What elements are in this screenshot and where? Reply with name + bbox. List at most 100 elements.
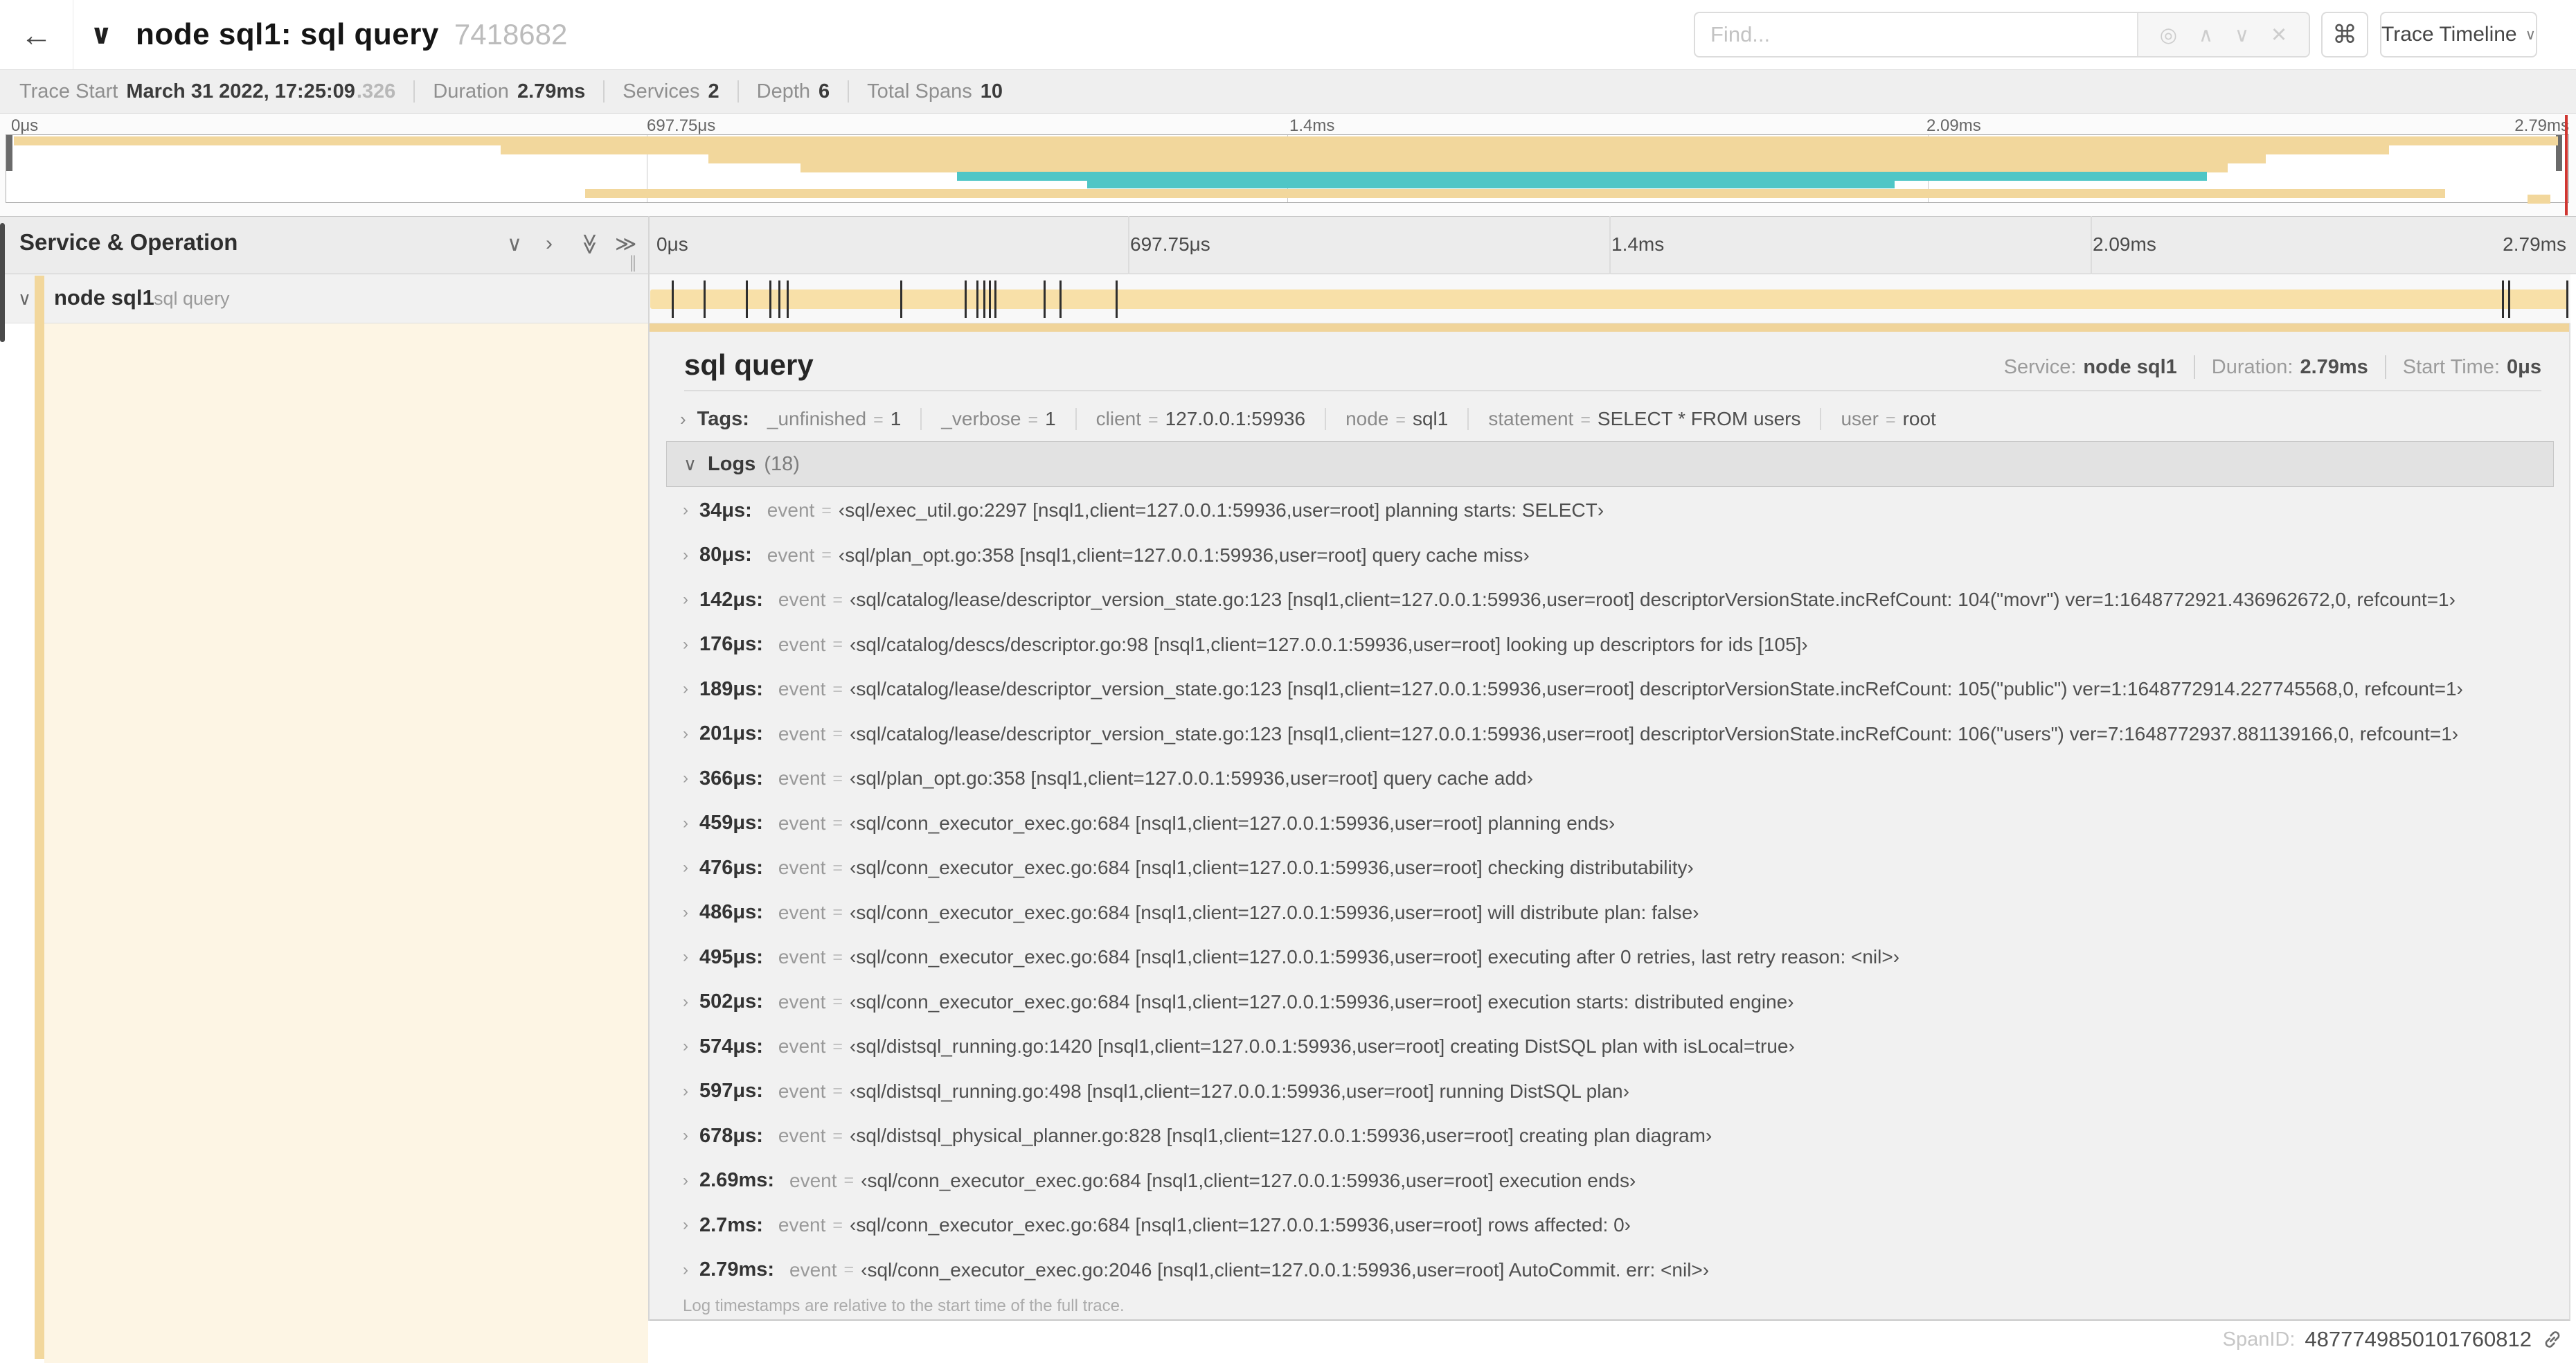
log-timestamp: 176μs: <box>699 633 763 656</box>
log-entry[interactable]: › 678μs: event = ‹sql/distsql_physical_p… <box>650 1114 2569 1159</box>
log-marker-tick <box>778 280 780 318</box>
back-arrow-icon: ← <box>20 17 53 53</box>
range-scrubber-left[interactable] <box>6 135 12 171</box>
chevron-down-icon[interactable]: ∨ <box>18 288 31 310</box>
minimap-span-bar <box>501 145 2389 154</box>
log-timestamp: 142μs: <box>699 588 763 611</box>
divider <box>848 80 850 103</box>
log-field-value: ‹sql/catalog/lease/descriptor_version_st… <box>850 722 2459 745</box>
minimap-span-bar <box>708 154 2266 163</box>
log-entry[interactable]: › 502μs: event = ‹sql/conn_executor_exec… <box>650 980 2569 1025</box>
log-entry[interactable]: › 597μs: event = ‹sql/distsql_running.go… <box>650 1069 2569 1114</box>
find-input[interactable] <box>1695 13 2137 56</box>
collapse-all-icon[interactable]: ≫ <box>578 233 602 255</box>
log-entry[interactable]: › 476μs: event = ‹sql/conn_executor_exec… <box>650 846 2569 891</box>
service-operation-header: Service & Operation ∨ › ≫ ≫ <box>0 217 648 274</box>
minimap-tick: 2.79ms <box>2514 116 2569 135</box>
deep-link-icon[interactable] <box>2541 1328 2564 1351</box>
service-operation-title: Service & Operation <box>19 229 238 255</box>
span-id-row: SpanID: 4877749850101760812 <box>2223 1327 2564 1352</box>
next-result-icon[interactable]: ∨ <box>2235 23 2249 47</box>
view-selector-label: Trace Timeline <box>2381 23 2517 46</box>
span-service-name: node sql1 <box>54 285 154 310</box>
span-row-label[interactable]: ∨ node sql1 sql query <box>0 274 648 323</box>
log-timestamp: 189μs: <box>699 677 763 700</box>
log-marker-tick <box>983 280 985 318</box>
log-marker-tick <box>2566 280 2569 318</box>
timeline-column-header: Service & Operation ∨ › ≫ ≫ ∥ 0μs 697.75… <box>0 216 2576 274</box>
log-entry[interactable]: › 2.7ms: event = ‹sql/conn_executor_exec… <box>650 1203 2569 1248</box>
log-field-value: ‹sql/conn_executor_exec.go:684 [nsql1,cl… <box>861 1169 1636 1191</box>
tags-list: _unfinished = 1 _verbose = 1 client = 12… <box>767 408 1975 430</box>
log-entry[interactable]: › 366μs: event = ‹sql/plan_opt.go:358 [n… <box>650 756 2569 801</box>
log-entry[interactable]: › 486μs: event = ‹sql/conn_executor_exec… <box>650 891 2569 936</box>
log-field-value: ‹sql/plan_opt.go:358 [nsql1,client=127.0… <box>850 767 1533 790</box>
log-entry[interactable]: › 80μs: event = ‹sql/plan_opt.go:358 [ns… <box>650 533 2569 578</box>
page-title: node sql1: sql query <box>136 17 439 51</box>
log-entry[interactable]: › 201μs: event = ‹sql/catalog/lease/desc… <box>650 712 2569 757</box>
expand-one-icon[interactable]: › <box>546 232 553 256</box>
chevron-right-icon: › <box>683 1081 688 1101</box>
log-marker-tick <box>786 280 789 318</box>
logs-list: › 34μs: event = ‹sql/exec_util.go:2297 [… <box>650 488 2569 1292</box>
left-scrollbar-thumb[interactable] <box>0 223 5 342</box>
log-field-value: ‹sql/conn_executor_exec.go:2046 [nsql1,c… <box>861 1258 1710 1281</box>
find-box: ◎ ∧ ∨ ✕ <box>1694 12 2310 57</box>
logs-accordion-header[interactable]: ∨ Logs (18) <box>666 441 2554 487</box>
log-field-key: event <box>778 812 826 834</box>
span-duration-bar[interactable] <box>650 289 2569 309</box>
back-button[interactable]: ← <box>0 0 73 69</box>
chevron-down-icon: ∨ <box>683 453 697 474</box>
span-detail-panel: sql query Service: node sql1 Duration: 2… <box>650 323 2570 1321</box>
view-selector-dropdown[interactable]: Trace Timeline ∨ <box>2380 12 2537 57</box>
log-entry[interactable]: › 574μs: event = ‹sql/distsql_running.go… <box>650 1024 2569 1069</box>
log-entry[interactable]: › 34μs: event = ‹sql/exec_util.go:2297 [… <box>650 488 2569 533</box>
log-field-value: ‹sql/conn_executor_exec.go:684 [nsql1,cl… <box>850 901 1699 923</box>
log-entry[interactable]: › 2.69ms: event = ‹sql/conn_executor_exe… <box>650 1159 2569 1204</box>
log-field-value: ‹sql/catalog/lease/descriptor_version_st… <box>850 589 2456 611</box>
collapse-trace-button[interactable]: ∨ <box>90 0 112 69</box>
log-entry[interactable]: › 142μs: event = ‹sql/catalog/lease/desc… <box>650 578 2569 623</box>
log-timestamp: 678μs: <box>699 1124 763 1147</box>
span-row-timeline[interactable] <box>648 274 2570 323</box>
chevron-right-icon: › <box>683 1215 688 1235</box>
chevron-right-icon: › <box>683 590 688 609</box>
log-entry[interactable]: › 176μs: event = ‹sql/catalog/descs/desc… <box>650 623 2569 668</box>
log-field-key: event <box>789 1169 837 1191</box>
chevron-right-icon: › <box>683 1260 688 1279</box>
log-marker-tick <box>1044 280 1046 318</box>
column-resizer-grip[interactable]: ∥ <box>629 253 637 273</box>
top-nav: ← ∨ node sql1: sql query 7418682 ◎ ∧ ∨ ✕… <box>0 0 2576 70</box>
log-field-key: event <box>778 1214 826 1236</box>
log-timestamp: 2.69ms: <box>699 1169 775 1192</box>
timeline-tick: 2.09ms <box>2093 233 2156 255</box>
log-field-key: event <box>778 589 826 611</box>
timeline-tick: 2.79ms <box>2503 233 2566 255</box>
chevron-right-icon: › <box>683 1037 688 1056</box>
log-field-key: event <box>789 1258 837 1281</box>
log-timestamp: 476μs: <box>699 856 763 879</box>
log-field-value: ‹sql/conn_executor_exec.go:684 [nsql1,cl… <box>850 857 1694 879</box>
log-entry[interactable]: › 459μs: event = ‹sql/conn_executor_exec… <box>650 801 2569 846</box>
keyboard-shortcuts-button[interactable]: ⌘ <box>2321 12 2368 57</box>
timeline-cursor-line <box>2565 115 2568 215</box>
log-entry[interactable]: › 2.79ms: event = ‹sql/conn_executor_exe… <box>650 1248 2569 1293</box>
tags-accordion[interactable]: › Tags: _unfinished = 1 _verbose = 1 cli… <box>680 401 1975 437</box>
log-entry[interactable]: › 495μs: event = ‹sql/conn_executor_exec… <box>650 935 2569 980</box>
timeline-tick: 697.75μs <box>1130 233 1210 255</box>
divider <box>413 80 415 103</box>
chevron-right-icon: › <box>683 902 688 922</box>
log-marker-tick <box>703 280 706 318</box>
chevron-right-icon: › <box>683 1126 688 1146</box>
clear-search-icon[interactable]: ✕ <box>2271 23 2287 47</box>
minimap-tick: 1.4ms <box>1289 116 1335 135</box>
prev-result-icon[interactable]: ∧ <box>2199 23 2213 47</box>
tag-item: _verbose = 1 <box>941 408 1077 430</box>
collapse-one-icon[interactable]: ∨ <box>507 232 522 256</box>
log-entry[interactable]: › 189μs: event = ‹sql/catalog/lease/desc… <box>650 667 2569 712</box>
minimap-canvas[interactable] <box>6 134 2569 204</box>
locate-icon[interactable]: ◎ <box>2160 23 2177 47</box>
log-marker-tick <box>769 280 772 318</box>
log-timestamp: 495μs: <box>699 945 763 968</box>
divider <box>2384 355 2386 379</box>
